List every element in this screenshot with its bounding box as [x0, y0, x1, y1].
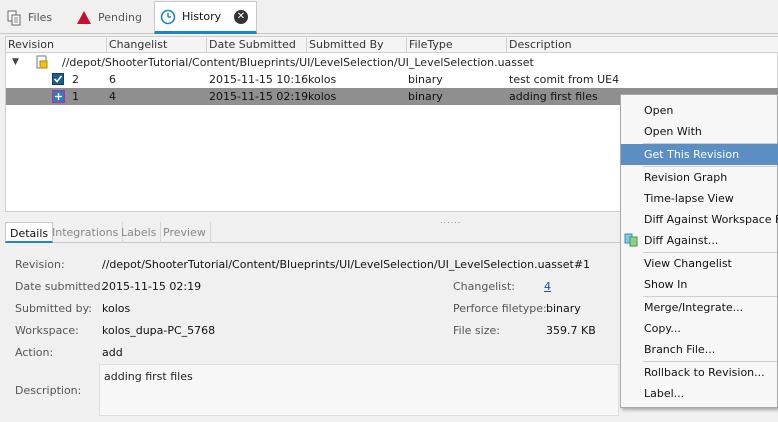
workspace-value: kolos_dupa-PC_5768: [102, 324, 216, 337]
tab-history[interactable]: History ✕: [154, 1, 257, 34]
tab-pending[interactable]: Pending: [76, 2, 154, 33]
file-row[interactable]: ▼ //depot/ShooterTutorial/Content/Bluepr…: [6, 54, 778, 71]
tab-details[interactable]: Details: [5, 222, 54, 243]
context-menu: Open Open With Get This Revision Revisio…: [620, 94, 778, 408]
action-value: add: [102, 346, 123, 359]
top-tab-bar: Files Pending History ✕: [0, 0, 778, 34]
col-revision[interactable]: Revision: [6, 38, 106, 52]
description-label: Description:: [15, 384, 82, 397]
menu-item-timelapse[interactable]: Time-lapse View: [621, 188, 778, 209]
menu-item-copy[interactable]: Copy...: [621, 318, 778, 339]
tab-files[interactable]: Files: [6, 2, 76, 33]
col-submitted-by[interactable]: Submitted By: [306, 38, 406, 52]
tab-pending-label: Pending: [98, 11, 142, 24]
menu-item-open-with[interactable]: Open With: [621, 121, 778, 142]
submitted-value: kolos: [102, 302, 131, 315]
revision-value: //depot/ShooterTutorial/Content/Blueprin…: [102, 258, 591, 271]
submitted-label: Submitted by:: [15, 302, 92, 315]
menu-item-branch[interactable]: Branch File...: [621, 339, 778, 360]
files-icon: [6, 10, 22, 26]
file-path: //depot/ShooterTutorial/Content/Blueprin…: [62, 56, 534, 69]
revision-add-icon: [51, 89, 66, 108]
row-date: 2015-11-15 02:19: [209, 90, 309, 103]
description-box[interactable]: adding first files: [99, 364, 619, 416]
action-label: Action:: [15, 346, 54, 359]
menu-item-rollback[interactable]: Rollback to Revision...: [621, 362, 778, 383]
description-value: adding first files: [104, 370, 193, 383]
col-filetype[interactable]: FileType: [406, 38, 506, 52]
row-changelist: 6: [109, 73, 116, 86]
diff-icon: [624, 233, 638, 254]
row-revision: 2: [72, 73, 79, 86]
menu-item-diff-against[interactable]: Diff Against...: [621, 230, 778, 251]
revision-label: Revision:: [15, 258, 65, 271]
date-value: 2015-11-15 02:19: [102, 280, 202, 293]
changelist-label: Changelist:: [453, 280, 515, 293]
grid-header: Revision Changelist Date Submitted Submi…: [6, 37, 778, 53]
menu-item-get-revision[interactable]: Get This Revision: [621, 144, 778, 165]
table-row[interactable]: 2 6 2015-11-15 10:16 kolos binary test c…: [6, 71, 778, 88]
menu-item-label[interactable]: Label...: [621, 383, 778, 404]
pending-warning-icon: [76, 10, 92, 26]
menu-item-diff-against-label: Diff Against...: [644, 234, 719, 247]
date-label: Date submitted:: [15, 280, 105, 293]
clock-icon: [160, 9, 176, 25]
row-filetype: binary: [408, 73, 443, 86]
row-user: kolos: [308, 90, 337, 103]
menu-item-open[interactable]: Open: [621, 100, 778, 121]
row-changelist: 4: [109, 90, 116, 103]
menu-item-revision-graph[interactable]: Revision Graph: [621, 167, 778, 188]
row-user: kolos: [308, 73, 337, 86]
tab-labels[interactable]: Labels: [117, 222, 162, 243]
row-filetype: binary: [408, 90, 443, 103]
row-description: adding first files: [509, 90, 598, 103]
col-description[interactable]: Description: [506, 38, 778, 52]
close-tab-icon[interactable]: ✕: [234, 10, 248, 24]
filesize-label: File size:: [453, 324, 500, 337]
collapse-arrow-icon[interactable]: ▼: [12, 54, 19, 71]
row-date: 2015-11-15 10:16: [209, 73, 309, 86]
tab-preview[interactable]: Preview: [159, 222, 211, 243]
tab-history-label: History: [182, 10, 222, 23]
filetype-label: Perforce filetype:: [453, 302, 547, 315]
filetype-value: binary: [546, 302, 581, 315]
col-changelist[interactable]: Changelist: [106, 38, 206, 52]
tab-files-label: Files: [28, 11, 53, 24]
tab-integrations[interactable]: Integrations: [48, 222, 124, 243]
row-revision: 1: [72, 90, 79, 103]
filesize-value: 359.7 KB: [546, 324, 596, 337]
menu-item-view-changelist[interactable]: View Changelist: [621, 253, 778, 274]
col-date-submitted[interactable]: Date Submitted: [206, 38, 306, 52]
menu-item-merge[interactable]: Merge/Integrate...: [621, 297, 778, 318]
menu-item-diff-workspace[interactable]: Diff Against Workspace File: [621, 209, 778, 230]
row-description: test comit from UE4: [509, 73, 620, 86]
menu-item-show-in[interactable]: Show In: [621, 274, 778, 295]
changelist-link[interactable]: 4: [544, 280, 551, 293]
workspace-label: Workspace:: [15, 324, 79, 337]
